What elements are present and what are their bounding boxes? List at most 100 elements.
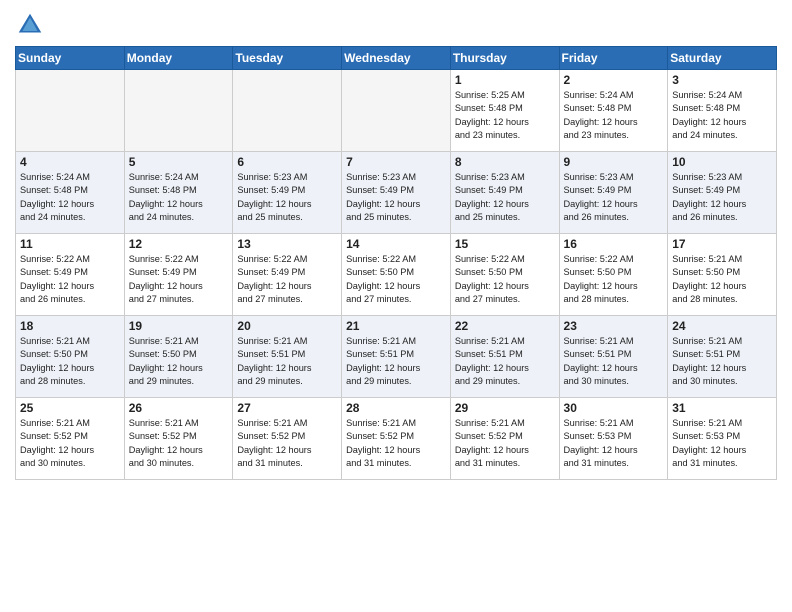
- calendar-cell: [16, 70, 125, 152]
- day-info: Sunrise: 5:23 AM Sunset: 5:49 PM Dayligh…: [564, 171, 664, 224]
- page: SundayMondayTuesdayWednesdayThursdayFrid…: [0, 0, 792, 612]
- calendar-cell: 15 Sunrise: 5:22 AM Sunset: 5:50 PM Dayli…: [450, 234, 559, 316]
- day-number: 10: [672, 155, 772, 169]
- day-info: Sunrise: 5:23 AM Sunset: 5:49 PM Dayligh…: [455, 171, 555, 224]
- calendar-cell: 10 Sunrise: 5:23 AM Sunset: 5:49 PM Dayli…: [668, 152, 777, 234]
- day-number: 19: [129, 319, 229, 333]
- day-info: Sunrise: 5:21 AM Sunset: 5:52 PM Dayligh…: [129, 417, 229, 470]
- day-number: 6: [237, 155, 337, 169]
- weekday-header-saturday: Saturday: [668, 47, 777, 70]
- day-info: Sunrise: 5:21 AM Sunset: 5:50 PM Dayligh…: [129, 335, 229, 388]
- calendar-cell: 3Sunrise: 5:24 AM Sunset: 5:48 PM Daylig…: [668, 70, 777, 152]
- day-info: Sunrise: 5:24 AM Sunset: 5:48 PM Dayligh…: [20, 171, 120, 224]
- day-info: Sunrise: 5:21 AM Sunset: 5:50 PM Dayligh…: [672, 253, 772, 306]
- calendar-cell: 25 Sunrise: 5:21 AM Sunset: 5:52 PM Dayli…: [16, 398, 125, 480]
- day-number: 28: [346, 401, 446, 415]
- week-row-3: 11 Sunrise: 5:22 AM Sunset: 5:49 PM Dayli…: [16, 234, 777, 316]
- week-row-5: 25 Sunrise: 5:21 AM Sunset: 5:52 PM Dayli…: [16, 398, 777, 480]
- day-info: Sunrise: 5:22 AM Sunset: 5:50 PM Dayligh…: [455, 253, 555, 306]
- calendar-cell: [342, 70, 451, 152]
- day-info: Sunrise: 5:24 AM Sunset: 5:48 PM Dayligh…: [129, 171, 229, 224]
- day-number: 20: [237, 319, 337, 333]
- calendar-cell: 23Sunrise: 5:21 AM Sunset: 5:51 PM Dayli…: [559, 316, 668, 398]
- calendar-cell: 18 Sunrise: 5:21 AM Sunset: 5:50 PM Dayli…: [16, 316, 125, 398]
- day-number: 18: [20, 319, 120, 333]
- calendar-cell: 17 Sunrise: 5:21 AM Sunset: 5:50 PM Dayli…: [668, 234, 777, 316]
- calendar-cell: [233, 70, 342, 152]
- day-info: Sunrise: 5:21 AM Sunset: 5:50 PM Dayligh…: [20, 335, 120, 388]
- calendar-cell: 26 Sunrise: 5:21 AM Sunset: 5:52 PM Dayli…: [124, 398, 233, 480]
- calendar-cell: 30Sunrise: 5:21 AM Sunset: 5:53 PM Dayli…: [559, 398, 668, 480]
- day-info: Sunrise: 5:22 AM Sunset: 5:50 PM Dayligh…: [564, 253, 664, 306]
- day-number: 22: [455, 319, 555, 333]
- week-row-4: 18 Sunrise: 5:21 AM Sunset: 5:50 PM Dayli…: [16, 316, 777, 398]
- day-number: 4: [20, 155, 120, 169]
- day-info: Sunrise: 5:22 AM Sunset: 5:49 PM Dayligh…: [129, 253, 229, 306]
- day-number: 7: [346, 155, 446, 169]
- day-number: 9: [564, 155, 664, 169]
- day-info: Sunrise: 5:22 AM Sunset: 5:49 PM Dayligh…: [237, 253, 337, 306]
- day-info: Sunrise: 5:21 AM Sunset: 5:53 PM Dayligh…: [672, 417, 772, 470]
- calendar-cell: 8 Sunrise: 5:23 AM Sunset: 5:49 PM Daylig…: [450, 152, 559, 234]
- calendar-cell: 12 Sunrise: 5:22 AM Sunset: 5:49 PM Dayli…: [124, 234, 233, 316]
- calendar-cell: 16 Sunrise: 5:22 AM Sunset: 5:50 PM Dayli…: [559, 234, 668, 316]
- day-number: 26: [129, 401, 229, 415]
- day-number: 23: [564, 319, 664, 333]
- day-number: 13: [237, 237, 337, 251]
- day-number: 1: [455, 73, 555, 87]
- weekday-header-row: SundayMondayTuesdayWednesdayThursdayFrid…: [16, 47, 777, 70]
- calendar-cell: 2Sunrise: 5:24 AM Sunset: 5:48 PM Daylig…: [559, 70, 668, 152]
- calendar-cell: 22 Sunrise: 5:21 AM Sunset: 5:51 PM Dayli…: [450, 316, 559, 398]
- calendar-cell: 1 Sunrise: 5:25 AM Sunset: 5:48 PM Daylig…: [450, 70, 559, 152]
- weekday-header-sunday: Sunday: [16, 47, 125, 70]
- day-info: Sunrise: 5:21 AM Sunset: 5:51 PM Dayligh…: [237, 335, 337, 388]
- calendar-cell: 21 Sunrise: 5:21 AM Sunset: 5:51 PM Dayli…: [342, 316, 451, 398]
- calendar-cell: 29Sunrise: 5:21 AM Sunset: 5:52 PM Dayli…: [450, 398, 559, 480]
- day-number: 14: [346, 237, 446, 251]
- day-number: 29: [455, 401, 555, 415]
- week-row-2: 4 Sunrise: 5:24 AM Sunset: 5:48 PM Daylig…: [16, 152, 777, 234]
- day-number: 16: [564, 237, 664, 251]
- day-info: Sunrise: 5:21 AM Sunset: 5:52 PM Dayligh…: [346, 417, 446, 470]
- calendar-cell: 27 Sunrise: 5:21 AM Sunset: 5:52 PM Dayli…: [233, 398, 342, 480]
- week-row-1: 1 Sunrise: 5:25 AM Sunset: 5:48 PM Daylig…: [16, 70, 777, 152]
- day-number: 11: [20, 237, 120, 251]
- day-info: Sunrise: 5:21 AM Sunset: 5:52 PM Dayligh…: [237, 417, 337, 470]
- day-info: Sunrise: 5:21 AM Sunset: 5:51 PM Dayligh…: [346, 335, 446, 388]
- day-number: 24: [672, 319, 772, 333]
- calendar-cell: 24Sunrise: 5:21 AM Sunset: 5:51 PM Dayli…: [668, 316, 777, 398]
- day-info: Sunrise: 5:21 AM Sunset: 5:52 PM Dayligh…: [20, 417, 120, 470]
- calendar-cell: 20 Sunrise: 5:21 AM Sunset: 5:51 PM Dayli…: [233, 316, 342, 398]
- day-info: Sunrise: 5:23 AM Sunset: 5:49 PM Dayligh…: [237, 171, 337, 224]
- day-info: Sunrise: 5:21 AM Sunset: 5:51 PM Dayligh…: [455, 335, 555, 388]
- calendar-table: SundayMondayTuesdayWednesdayThursdayFrid…: [15, 46, 777, 480]
- day-info: Sunrise: 5:22 AM Sunset: 5:50 PM Dayligh…: [346, 253, 446, 306]
- calendar-cell: 31 Sunrise: 5:21 AM Sunset: 5:53 PM Dayli…: [668, 398, 777, 480]
- day-info: Sunrise: 5:22 AM Sunset: 5:49 PM Dayligh…: [20, 253, 120, 306]
- calendar-cell: 9 Sunrise: 5:23 AM Sunset: 5:49 PM Daylig…: [559, 152, 668, 234]
- calendar-cell: 14 Sunrise: 5:22 AM Sunset: 5:50 PM Dayli…: [342, 234, 451, 316]
- header: [15, 10, 777, 40]
- calendar-cell: 13 Sunrise: 5:22 AM Sunset: 5:49 PM Dayli…: [233, 234, 342, 316]
- day-info: Sunrise: 5:23 AM Sunset: 5:49 PM Dayligh…: [672, 171, 772, 224]
- day-number: 5: [129, 155, 229, 169]
- day-number: 25: [20, 401, 120, 415]
- weekday-header-monday: Monday: [124, 47, 233, 70]
- day-number: 15: [455, 237, 555, 251]
- day-number: 8: [455, 155, 555, 169]
- calendar-cell: 7 Sunrise: 5:23 AM Sunset: 5:49 PM Daylig…: [342, 152, 451, 234]
- day-number: 31: [672, 401, 772, 415]
- day-number: 27: [237, 401, 337, 415]
- day-info: Sunrise: 5:25 AM Sunset: 5:48 PM Dayligh…: [455, 89, 555, 142]
- day-info: Sunrise: 5:21 AM Sunset: 5:53 PM Dayligh…: [564, 417, 664, 470]
- day-number: 2: [564, 73, 664, 87]
- calendar-cell: 6 Sunrise: 5:23 AM Sunset: 5:49 PM Daylig…: [233, 152, 342, 234]
- logo: [15, 10, 49, 40]
- calendar-cell: 11 Sunrise: 5:22 AM Sunset: 5:49 PM Dayli…: [16, 234, 125, 316]
- day-info: Sunrise: 5:23 AM Sunset: 5:49 PM Dayligh…: [346, 171, 446, 224]
- day-number: 12: [129, 237, 229, 251]
- weekday-header-wednesday: Wednesday: [342, 47, 451, 70]
- day-number: 17: [672, 237, 772, 251]
- day-number: 21: [346, 319, 446, 333]
- calendar-cell: 19 Sunrise: 5:21 AM Sunset: 5:50 PM Dayli…: [124, 316, 233, 398]
